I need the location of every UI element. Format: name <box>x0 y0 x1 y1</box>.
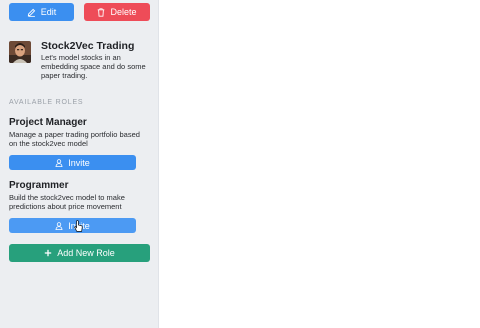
role-description: Manage a paper trading portfolio based o… <box>9 130 140 148</box>
available-roles-heading: AVAILABLE ROLES <box>9 99 84 106</box>
delete-button-label: Delete <box>110 7 137 17</box>
invite-button-project-manager[interactable]: Invite <box>9 155 136 170</box>
plus-icon <box>44 249 52 257</box>
add-new-role-label: Add New Role <box>57 248 115 258</box>
user-icon <box>55 158 63 167</box>
invite-button-programmer[interactable]: Invite <box>9 218 136 233</box>
role-description: Build the stock2vec model to make predic… <box>9 193 125 211</box>
project-description: Let's model stocks in an embedding space… <box>41 53 146 80</box>
invite-button-label: Invite <box>68 157 90 168</box>
delete-button[interactable]: Delete <box>84 3 150 21</box>
project-avatar <box>9 41 31 63</box>
role-title: Programmer <box>9 180 69 191</box>
edit-button-label: Edit <box>40 7 57 17</box>
project-title: Stock2Vec Trading <box>41 40 135 52</box>
pencil-icon <box>27 8 36 17</box>
role-title: Project Manager <box>9 117 87 128</box>
project-sidebar: Edit Delete Stock2Vec Trading Let's mode… <box>0 0 159 328</box>
main-content-area <box>160 0 480 328</box>
user-icon <box>55 221 63 230</box>
mouse-pointer-icon <box>74 219 83 232</box>
trash-icon <box>97 7 105 17</box>
edit-button[interactable]: Edit <box>9 3 74 21</box>
add-new-role-button[interactable]: Add New Role <box>9 244 150 262</box>
